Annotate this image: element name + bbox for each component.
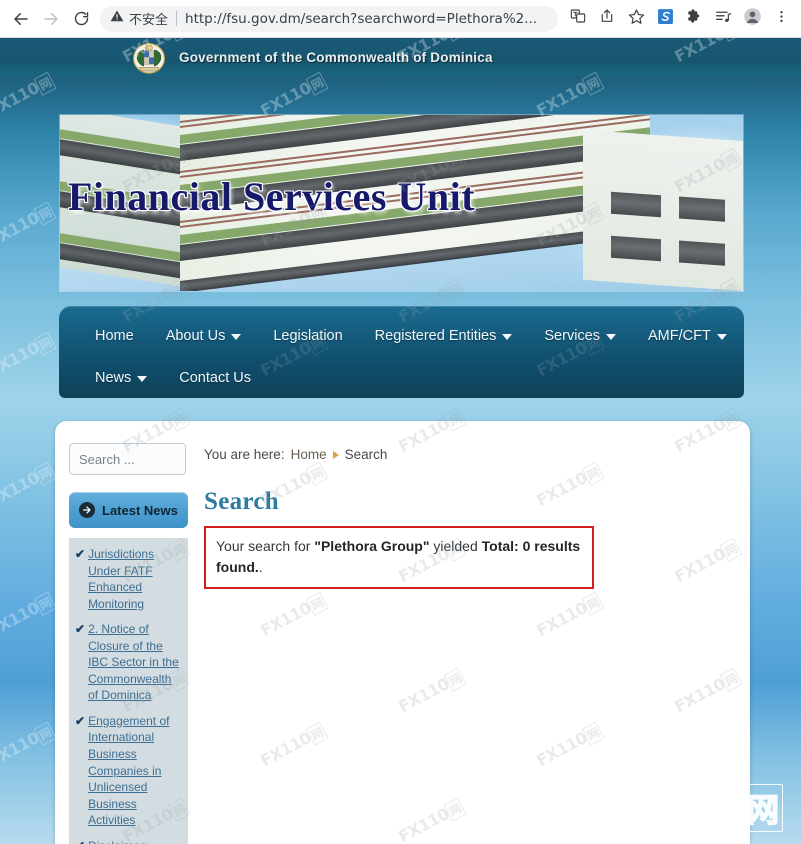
list-item[interactable]: ✔ Disclaimer: Asprofin Bank Corporation: [75, 838, 182, 844]
nav-item-legislation[interactable]: Legislation: [257, 322, 358, 350]
check-icon: ✔: [75, 547, 86, 561]
nav-item-about-us[interactable]: About Us: [150, 322, 258, 350]
latest-news-button[interactable]: Latest News: [69, 492, 188, 528]
sogou-extension-icon: [657, 8, 674, 30]
browser-action-icons: [564, 5, 795, 33]
dominica-coat-of-arms-icon: [128, 38, 170, 78]
watermark: FX110网: [0, 461, 57, 511]
forward-arrow-icon: [42, 10, 60, 28]
nav-item-contact-us[interactable]: Contact Us: [163, 364, 267, 392]
nav-label: About Us: [165, 328, 226, 344]
nav-label: Contact Us: [179, 370, 251, 386]
list-item[interactable]: ✔ Engagement of International Business C…: [75, 713, 182, 829]
reading-list-button[interactable]: [709, 5, 737, 33]
watermark: FX110网: [0, 721, 57, 771]
result-prefix: Your search for: [216, 538, 315, 554]
result-query: "Plethora Group": [314, 538, 430, 554]
chevron-down-icon: [231, 334, 242, 340]
list-item[interactable]: ✔ Jurisdictions Under FATF Enhanced Moni…: [75, 546, 182, 612]
nav-item-services[interactable]: Services: [528, 322, 632, 350]
breadcrumb-current: Search: [344, 447, 388, 462]
search-input[interactable]: [69, 443, 186, 475]
omnibox-divider: [176, 11, 178, 26]
nav-label: Legislation: [273, 328, 343, 344]
profile-avatar-icon: [743, 7, 762, 31]
nav-label: Services: [544, 328, 600, 344]
page-title: Search: [204, 488, 279, 515]
main-content: You are here: Home Search Search Your se…: [188, 421, 750, 844]
news-link[interactable]: Disclaimer: Asprofin Bank Corporation: [88, 838, 182, 844]
nav-row-2: News Contact Us: [59, 358, 744, 398]
circle-arrow-icon: [79, 502, 95, 518]
reload-icon: [73, 10, 90, 27]
address-bar[interactable]: 不安全 http://fsu.gov.dm/search?searchword=…: [100, 5, 558, 32]
extensions-puzzle-icon: [686, 8, 703, 30]
forward-button[interactable]: [36, 4, 66, 34]
security-indicator[interactable]: 不安全: [110, 9, 168, 28]
chevron-down-icon: [716, 334, 727, 340]
share-button[interactable]: [593, 5, 621, 33]
breadcrumb-arrow-icon: [332, 450, 339, 459]
content-panel: Latest News ✔ Jurisdictions Under FATF E…: [55, 421, 750, 844]
check-icon: ✔: [75, 838, 85, 844]
breadcrumb-home-link[interactable]: Home: [291, 447, 327, 462]
watermark: FX110网: [0, 331, 57, 381]
news-list: ✔ Jurisdictions Under FATF Enhanced Moni…: [69, 538, 188, 844]
browser-toolbar: 不安全 http://fsu.gov.dm/search?searchword=…: [0, 0, 801, 38]
nav-label: News: [95, 370, 132, 386]
nav-item-news[interactable]: News: [79, 364, 163, 392]
nav-label: Registered Entities: [374, 328, 497, 344]
watermark: FX110网: [0, 71, 57, 121]
government-header-bar: Government of the Commonwealth of Domini…: [0, 38, 801, 76]
share-icon: [599, 8, 615, 29]
back-button[interactable]: [6, 4, 36, 34]
news-link[interactable]: Jurisdictions Under FATF Enhanced Monito…: [88, 546, 182, 612]
chevron-down-icon: [502, 334, 513, 340]
banner-title: Financial Services Unit: [68, 174, 476, 219]
profile-button[interactable]: [738, 5, 766, 33]
page-viewport: Government of the Commonwealth of Domini…: [0, 38, 801, 844]
sogou-extension-button[interactable]: [651, 5, 679, 33]
translate-icon: [570, 8, 586, 29]
extensions-button[interactable]: [680, 5, 708, 33]
check-icon: ✔: [75, 713, 86, 728]
watermark: FX110网: [0, 201, 57, 251]
chevron-down-icon: [605, 334, 616, 340]
news-link[interactable]: Engagement of International Business Com…: [88, 713, 182, 829]
reading-list-icon: [715, 8, 732, 30]
chevron-down-icon: [137, 376, 148, 382]
translate-button[interactable]: [564, 5, 592, 33]
nav-item-amf-cft[interactable]: AMF/CFT: [632, 322, 743, 350]
nav-label: Home: [95, 328, 134, 344]
search-result-message: Your search for "Plethora Group" yielded…: [204, 526, 594, 589]
browser-menu-icon: [774, 9, 789, 29]
check-icon: ✔: [75, 622, 86, 637]
bookmark-star-icon: [628, 8, 645, 30]
building-right: [583, 129, 743, 291]
reload-button[interactable]: [66, 4, 96, 34]
result-middle: yielded: [429, 538, 482, 554]
main-navigation: Home About Us Legislation Registered Ent…: [59, 306, 744, 398]
site-banner: Financial Services Unit: [59, 114, 744, 292]
nav-item-home[interactable]: Home: [79, 322, 150, 350]
government-title: Government of the Commonwealth of Domini…: [179, 49, 493, 65]
warning-triangle-icon: [110, 9, 124, 28]
watermark: FX110网: [0, 591, 57, 641]
nav-row-1: Home About Us Legislation Registered Ent…: [59, 314, 744, 358]
url-text: http://fsu.gov.dm/search?searchword=Plet…: [185, 10, 538, 27]
nav-label: AMF/CFT: [647, 328, 711, 344]
list-item[interactable]: ✔ 2. Notice of Closure of the IBC Sector…: [75, 621, 182, 704]
breadcrumb: You are here: Home Search: [204, 447, 728, 462]
browser-menu-button[interactable]: [767, 5, 795, 33]
result-suffix: .: [258, 559, 263, 575]
breadcrumb-prefix: You are here:: [204, 447, 285, 462]
nav-item-registered-entities[interactable]: Registered Entities: [359, 322, 529, 350]
news-link[interactable]: 2. Notice of Closure of the IBC Sector i…: [88, 621, 182, 704]
security-warning-text: 不安全: [129, 13, 169, 28]
bookmark-button[interactable]: [622, 5, 650, 33]
latest-news-label: Latest News: [102, 502, 178, 518]
sidebar: Latest News ✔ Jurisdictions Under FATF E…: [55, 421, 188, 844]
back-arrow-icon: [12, 10, 30, 28]
